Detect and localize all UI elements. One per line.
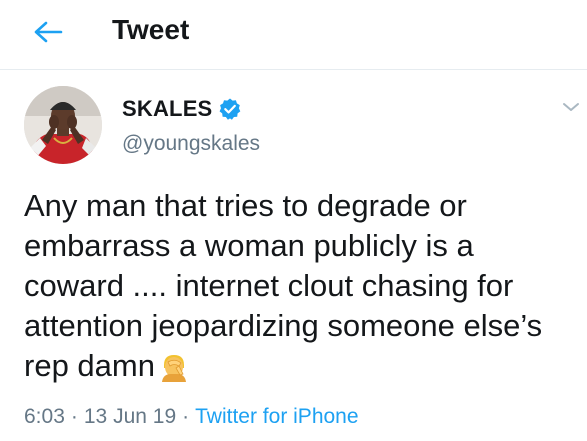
tweet-meta: 6:03 · 13 Jun 19 · Twitter for iPhone xyxy=(24,403,359,431)
author-display-name[interactable]: SKALES xyxy=(122,95,212,123)
tweet-body: Any man that tries to degrade or embarra… xyxy=(24,186,580,386)
author-handle[interactable]: @youngskales xyxy=(122,130,260,158)
tweet-date: 13 Jun 19 xyxy=(83,405,177,428)
avatar-image xyxy=(24,86,102,164)
meta-separator: · xyxy=(182,405,190,428)
tweet-source-link[interactable]: Twitter for iPhone xyxy=(195,405,358,428)
top-bar: Tweet xyxy=(0,0,587,70)
face-palm-emoji-icon xyxy=(161,355,186,382)
tweet-time: 6:03 xyxy=(24,405,65,428)
tweet-detail-page: Tweet SKALES @youngskales Any man that t… xyxy=(0,0,587,441)
verified-badge-icon xyxy=(220,98,241,120)
tweet-text: Any man that tries to degrade or embarra… xyxy=(24,188,543,383)
avatar[interactable] xyxy=(24,86,102,164)
chevron-down-icon[interactable] xyxy=(560,98,582,116)
author-name-row[interactable]: SKALES xyxy=(122,94,242,124)
page-title: Tweet xyxy=(112,14,190,45)
arrow-left-icon xyxy=(34,21,63,43)
meta-separator: · xyxy=(70,405,78,428)
back-button[interactable] xyxy=(26,12,70,52)
